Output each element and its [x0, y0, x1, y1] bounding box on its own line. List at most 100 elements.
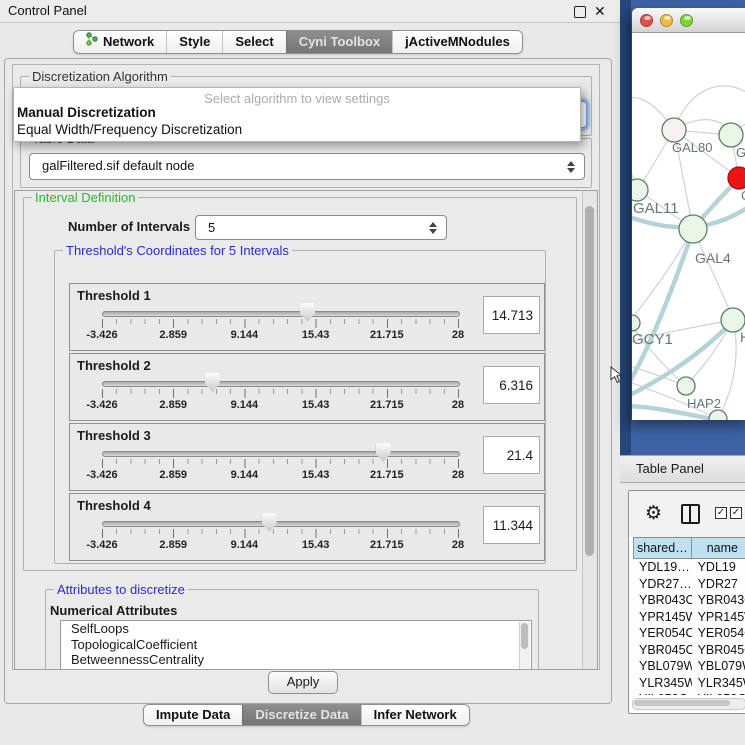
network-tab-icon — [86, 31, 98, 53]
network-node-label: GCY1 — [632, 331, 673, 348]
mouse-cursor — [610, 366, 623, 384]
table-horizontal-scrollbar[interactable] — [632, 698, 745, 710]
close-window-icon[interactable] — [640, 14, 653, 27]
network-node-c[interactable] — [728, 167, 745, 189]
tab-select[interactable]: Select — [222, 31, 285, 53]
tick-label: 9.144 — [231, 399, 259, 411]
thresholds-group: Threshold's Coordinates for 5 Intervals … — [54, 250, 546, 564]
network-node-gal4[interactable] — [679, 215, 707, 243]
table-cell: YBR045C — [633, 642, 692, 659]
tab-style[interactable]: Style — [166, 31, 222, 53]
tab-label: Network — [103, 31, 154, 53]
network-node-gal80[interactable] — [662, 118, 686, 142]
bottom-tab-impute-data[interactable]: Impute Data — [144, 705, 242, 725]
attribute-betweennesscentrality[interactable]: BetweennessCentrality — [61, 652, 531, 668]
table-row[interactable]: YLR345WYLR345W — [633, 675, 745, 692]
thresholds-group-title: Threshold's Coordinates for 5 Intervals — [63, 243, 292, 258]
table-row[interactable]: YBL079WYBL079W — [633, 658, 745, 675]
network-node-label: H — [740, 329, 745, 345]
bottom-tab-infer-network[interactable]: Infer Network — [361, 705, 469, 725]
threshold-1-slider-track[interactable] — [102, 311, 460, 317]
threshold-3-slider-track[interactable] — [102, 451, 460, 457]
table-data-combobox[interactable]: galFiltered.sif default node — [29, 153, 585, 180]
table-cell: YIL052C — [692, 691, 745, 695]
slider-ticks — [102, 529, 459, 538]
table-cell: YPR145W — [692, 609, 745, 626]
tab-cyni-toolbox[interactable]: Cyni Toolbox — [286, 31, 392, 53]
columns-icon[interactable] — [681, 504, 700, 524]
tab-label: jActiveMNodules — [405, 31, 510, 53]
table-row[interactable]: YPR145WYPR145W — [633, 609, 745, 626]
gear-icon[interactable]: ⚙ — [645, 502, 662, 524]
table-cell: YLR345W — [692, 675, 745, 692]
tab-jactivemnodules[interactable]: jActiveMNodules — [392, 31, 522, 53]
table-toolbar: ⚙ ✓ ✓ — [629, 491, 745, 537]
tick-label: 9.144 — [231, 539, 259, 551]
network-edge[interactable] — [693, 229, 733, 320]
network-node-unlabeled[interactable] — [709, 410, 727, 420]
threshold-4-row: Threshold 4-3.4262.8599.14415.4321.71528… — [69, 493, 545, 561]
attributes-group-title: Attributes to discretize — [54, 582, 188, 597]
network-view-window: GAL80GACGAL11GAL4GCY1HHAP2 — [632, 8, 745, 420]
table-data-value: galFiltered.sif default node — [42, 154, 194, 179]
network-desktop-edge — [620, 0, 631, 455]
minimize-window-icon[interactable] — [660, 14, 673, 27]
number-of-intervals-spinner[interactable]: 5 — [195, 215, 447, 240]
attributes-list-scrollbar[interactable] — [519, 622, 530, 670]
table-cell: YDR27… — [633, 576, 692, 593]
tab-network[interactable]: Network — [74, 31, 166, 53]
network-node-ga[interactable] — [719, 123, 743, 147]
network-window-titlebar[interactable] — [632, 8, 745, 33]
checkbox-icon[interactable]: ✓ — [730, 507, 742, 519]
table-cell: YDR27 — [692, 576, 745, 593]
table-row[interactable]: YBR043CYBR043C — [633, 592, 745, 609]
bottom-tab-label: Infer Network — [374, 704, 457, 726]
table-row[interactable]: YDL19…YDL19 — [633, 559, 745, 576]
table-row[interactable]: YDR27…YDR27 — [633, 576, 745, 593]
table-row[interactable]: YBR045CYBR045C — [633, 642, 745, 659]
table-cell: YPR145W — [633, 609, 692, 626]
tick-label: 15.43 — [302, 539, 330, 551]
table-row[interactable]: YIL052CYIL052C — [633, 691, 745, 695]
network-node-gcy1[interactable] — [632, 315, 640, 331]
column-header-shared[interactable]: shared… — [633, 537, 692, 559]
bottom-tab-discretize-data[interactable]: Discretize Data — [242, 705, 360, 725]
threshold-4-slider-track[interactable] — [102, 521, 460, 527]
attribute-selfloops[interactable]: SelfLoops — [61, 621, 531, 637]
algorithm-option-equal-width-frequency-discretization[interactable]: Equal Width/Frequency Discretization — [17, 122, 577, 138]
network-node-label: HAP2 — [687, 396, 721, 411]
cyni-bottom-tabs: Impute Data Discretize Data Infer Network — [143, 704, 470, 726]
settings-vertical-scrollbar[interactable] — [582, 191, 597, 669]
node-table: ⚙ ✓ ✓ shared…name YDL19…YDL19YDR27…YDR27… — [628, 490, 745, 714]
network-canvas[interactable]: GAL80GACGAL11GAL4GCY1HHAP2 — [632, 32, 745, 420]
attribute-topologicalcoefficient[interactable]: TopologicalCoefficient — [61, 637, 531, 653]
threshold-4-label: Threshold 4 — [77, 498, 151, 513]
network-node-label: GA — [736, 145, 745, 160]
tick-label: -3.426 — [86, 539, 117, 551]
discretization-algorithm-title: Discretization Algorithm — [29, 69, 171, 84]
apply-button[interactable]: Apply — [268, 671, 338, 694]
float-panel-icon[interactable] — [574, 6, 586, 18]
table-panel-titlebar: Table Panel — [620, 455, 745, 483]
bottom-tab-label: Impute Data — [156, 704, 230, 726]
combo-arrows-icon — [567, 161, 575, 173]
threshold-1-value-field[interactable]: 14.713 — [483, 296, 540, 334]
algorithm-popup: Select algorithm to view settings Manual… — [13, 87, 581, 142]
threshold-4-value-field[interactable]: 11.344 — [483, 506, 540, 544]
tick-label: -3.426 — [86, 399, 117, 411]
threshold-2-slider-track[interactable] — [102, 381, 460, 387]
threshold-2-value-field[interactable]: 6.316 — [483, 366, 540, 404]
threshold-3-value-field[interactable]: 21.4 — [483, 436, 540, 474]
zoom-window-icon[interactable] — [680, 14, 693, 27]
tick-label: 15.43 — [302, 469, 330, 481]
close-panel-icon[interactable]: ✕ — [594, 2, 606, 20]
network-node-hap2[interactable] — [677, 377, 695, 395]
algorithm-option-manual-discretization[interactable]: Manual Discretization — [17, 105, 577, 121]
column-header-name[interactable]: name — [692, 537, 745, 559]
network-node-gal11[interactable] — [632, 179, 648, 201]
table-row[interactable]: YER054CYER054C — [633, 625, 745, 642]
tick-label: 9.144 — [231, 469, 259, 481]
tick-label: 2.859 — [159, 329, 187, 341]
checkbox-icon[interactable]: ✓ — [715, 507, 727, 519]
slider-ticks — [102, 389, 459, 398]
